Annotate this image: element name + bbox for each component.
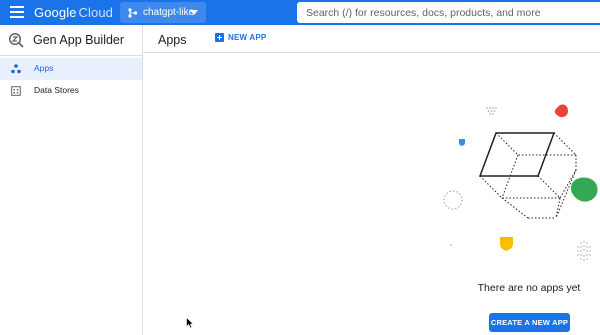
create-new-app-button[interactable]: CREATE A NEW APP <box>489 313 570 332</box>
google-cloud-logo[interactable]: Google Cloud <box>34 5 113 20</box>
empty-state-illustration <box>443 104 598 261</box>
sidebar-item-label: Apps <box>34 63 54 73</box>
new-app-button[interactable]: NEW APP <box>215 33 266 42</box>
green-blob <box>570 177 598 202</box>
new-app-label: NEW APP <box>228 33 267 42</box>
add-icon <box>215 33 224 42</box>
yellow-blob <box>500 237 513 251</box>
top-bar: Google Cloud chatgpt-like <box>0 0 600 25</box>
apps-icon <box>11 64 21 74</box>
sidebar-header: Gen App Builder <box>0 25 143 56</box>
dotted-circle <box>443 190 463 210</box>
project-selector[interactable]: chatgpt-like <box>120 2 206 23</box>
sidebar-item-data-stores[interactable]: Data Stores <box>0 80 142 102</box>
project-icon <box>128 7 138 18</box>
red-blob <box>554 104 568 118</box>
blue-dot <box>459 139 465 146</box>
sidebar-title: Gen App Builder <box>33 33 125 47</box>
sidebar-item-apps[interactable]: Apps <box>0 58 142 80</box>
data-stores-icon <box>11 86 21 96</box>
dots-top <box>486 107 497 115</box>
search-input[interactable] <box>297 2 600 23</box>
project-name: chatgpt-like <box>143 7 195 18</box>
search-bar[interactable] <box>297 2 600 23</box>
chevron-down-icon <box>190 10 198 15</box>
dots-hexagon <box>577 241 591 261</box>
small-dot <box>450 244 452 246</box>
page-title: Apps <box>158 33 187 47</box>
gen-app-builder-icon <box>8 32 24 48</box>
hamburger-menu-icon[interactable] <box>10 6 24 18</box>
mouse-cursor-icon <box>186 317 194 329</box>
main-header: Apps NEW APP <box>144 25 600 53</box>
sidebar: Gen App Builder Apps Data Stores <box>0 25 143 335</box>
sidebar-item-label: Data Stores <box>34 85 79 95</box>
empty-state-message: There are no apps yet <box>477 282 581 294</box>
